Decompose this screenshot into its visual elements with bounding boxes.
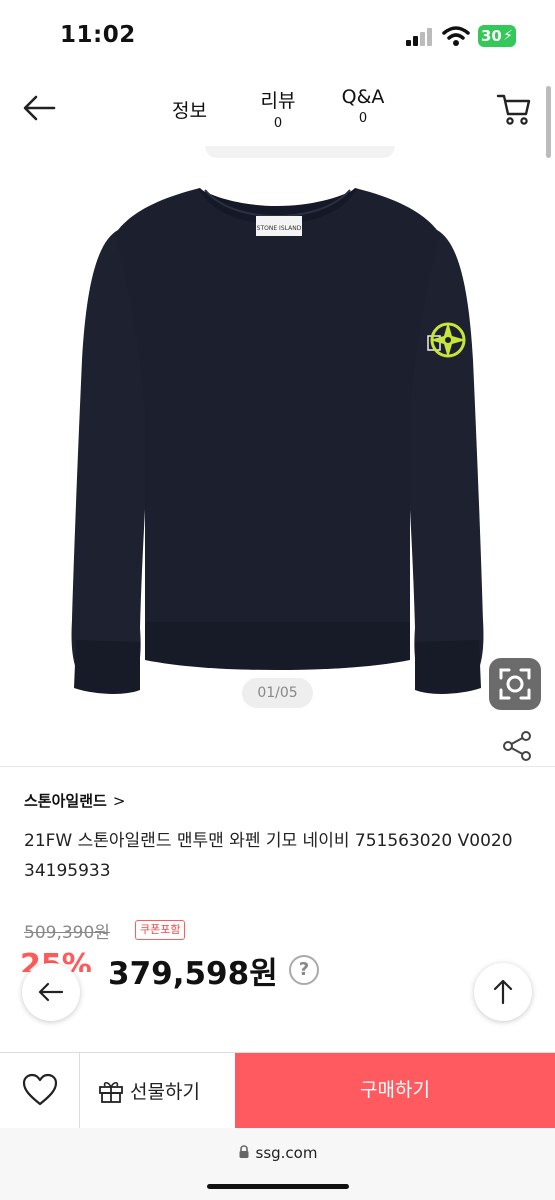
cart-icon[interactable] — [496, 92, 532, 126]
tab-info[interactable]: 정보 — [172, 96, 207, 123]
arrow-left-icon — [38, 982, 64, 1002]
like-button[interactable] — [0, 1053, 80, 1128]
tab-review-count: 0 — [273, 116, 283, 131]
section-divider — [0, 766, 555, 767]
chevron-right-icon: > — [112, 792, 126, 810]
charging-bolt-icon: ⚡ — [503, 28, 513, 44]
heart-icon — [22, 1073, 58, 1106]
share-icon[interactable] — [500, 730, 534, 762]
bottom-action-bar: 선물하기 구매하기 — [0, 1052, 555, 1128]
home-indicator — [207, 1184, 349, 1189]
product-image[interactable]: STONE ISLAND — [0, 150, 555, 765]
floating-back-button[interactable] — [22, 963, 80, 1021]
url-text: ssg.com — [0, 1144, 555, 1162]
brand-link[interactable]: 스톤아일랜드 > — [24, 790, 125, 811]
arrow-up-icon — [493, 979, 513, 1005]
tab-qa-label: Q&A — [341, 86, 385, 108]
coupon-badge: 쿠폰포함 — [135, 920, 186, 940]
product-header: 정보 리뷰 0 Q&A 0 — [0, 70, 555, 146]
wifi-icon — [442, 26, 470, 46]
brand-name: 스톤아일랜드 — [24, 792, 107, 810]
image-page-indicator: 01/05 — [242, 678, 313, 708]
gift-button-label: 선물하기 — [130, 1081, 200, 1103]
back-arrow-icon[interactable] — [20, 92, 60, 124]
tab-qa[interactable]: Q&A 0 — [336, 86, 390, 126]
lens-scan-icon — [499, 668, 531, 700]
tab-qa-count: 0 — [358, 111, 368, 126]
buy-button[interactable]: 구매하기 — [235, 1053, 555, 1128]
product-title: 21FW 스톤아일랜드 맨투맨 와펜 기모 네이비 751563020 V002… — [24, 831, 513, 881]
lock-icon — [239, 1145, 249, 1158]
svg-text:STONE ISLAND: STONE ISLAND — [257, 225, 302, 232]
battery-indicator: 30 ⚡ — [478, 25, 516, 47]
url-label: ssg.com — [255, 1144, 318, 1162]
sale-price: 379,598원 — [108, 956, 278, 992]
image-search-button[interactable] — [489, 658, 541, 710]
scrollbar[interactable] — [546, 86, 551, 158]
gift-icon — [99, 1081, 123, 1103]
gift-button[interactable]: 선물하기 — [80, 1053, 235, 1128]
status-time: 11:02 — [60, 22, 136, 48]
battery-level: 30 — [481, 27, 502, 45]
status-bar: 11:02 30 ⚡ — [0, 0, 555, 70]
tab-info-label: 정보 — [172, 100, 207, 122]
tab-review-label: 리뷰 — [260, 90, 296, 112]
cellular-signal-icon — [406, 28, 432, 46]
original-price: 509,390원 — [24, 923, 110, 943]
browser-url-bar[interactable]: ssg.com — [0, 1128, 555, 1200]
help-icon[interactable]: ? — [289, 955, 319, 985]
scroll-to-top-button[interactable] — [474, 963, 532, 1021]
tab-review[interactable]: 리뷰 0 — [255, 86, 301, 131]
